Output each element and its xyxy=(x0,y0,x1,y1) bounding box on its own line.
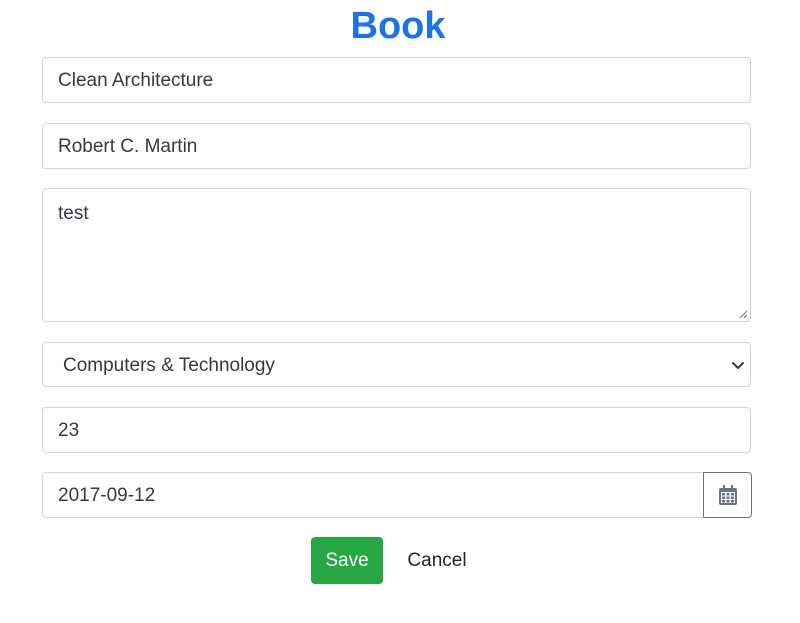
date-picker: 2017-09-12 xyxy=(42,472,752,518)
description-textarea[interactable]: test xyxy=(42,188,751,322)
page-title: Book xyxy=(350,5,446,47)
category-select[interactable]: Computers & Technology xyxy=(42,342,751,387)
author-input-value: Robert C. Martin xyxy=(58,136,198,157)
chevron-down-icon xyxy=(732,362,744,369)
date-input-value: 2017-09-12 xyxy=(58,485,156,506)
resize-handle-icon[interactable] xyxy=(738,309,748,319)
date-input[interactable]: 2017-09-12 xyxy=(42,472,704,518)
title-input-value: Clean Architecture xyxy=(58,70,214,91)
cancel-button[interactable]: Cancel xyxy=(396,537,478,584)
category-select-value: Computers & Technology xyxy=(63,355,275,376)
calendar-icon xyxy=(719,485,737,505)
save-button[interactable]: Save xyxy=(311,537,383,584)
description-textarea-value: test xyxy=(58,203,89,224)
quantity-input[interactable]: 23 xyxy=(42,407,751,453)
author-input[interactable]: Robert C. Martin xyxy=(42,123,751,169)
quantity-input-value: 23 xyxy=(58,420,80,441)
calendar-button[interactable] xyxy=(703,472,752,518)
title-input[interactable]: Clean Architecture xyxy=(42,57,751,103)
